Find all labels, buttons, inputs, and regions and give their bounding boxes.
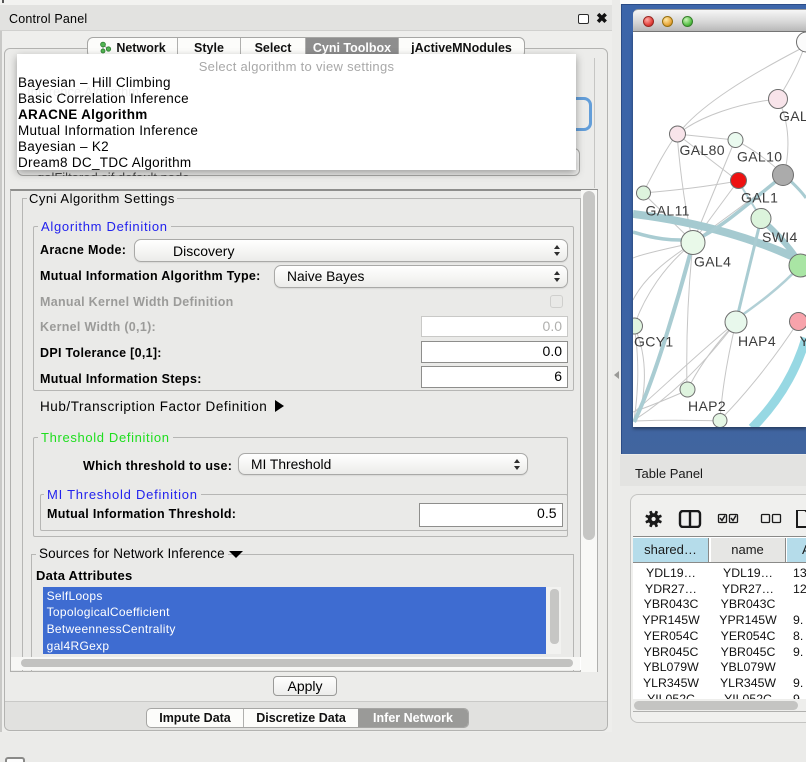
svg-text:GAL80: GAL80 [680,142,725,158]
svg-text:HAP4: HAP4 [738,333,776,349]
svg-text:GAL: GAL [779,108,806,124]
svg-text:GAL4: GAL4 [694,254,731,270]
svg-text:Y: Y [800,333,806,349]
svg-text:GAL1: GAL1 [741,190,778,206]
svg-text:GAL10: GAL10 [737,149,782,165]
svg-text:GAL11: GAL11 [646,203,690,219]
svg-text:SWI4: SWI4 [762,229,798,245]
svg-text:HAP2: HAP2 [688,398,726,414]
svg-text:GCY1: GCY1 [634,334,674,350]
